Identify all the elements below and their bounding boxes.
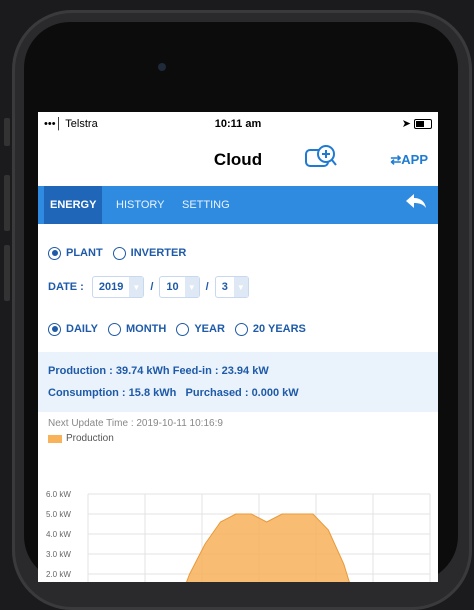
y-tick-label: 3.0 kW xyxy=(46,550,71,559)
daily-option[interactable]: DAILY xyxy=(48,322,98,336)
battery-icon xyxy=(414,119,432,130)
next-update-time: Next Update Time : 2019-10-11 10:16:9 xyxy=(48,418,223,429)
tab-energy[interactable]: ENERGY xyxy=(44,186,103,224)
date-row: DATE : 2019 ▼ / 10 ▼ / 3 ▼ xyxy=(48,270,428,304)
clock: 10:11 am xyxy=(214,118,262,130)
status-right: ➤ xyxy=(402,117,432,130)
y-tick-label: 6.0 kW xyxy=(46,490,71,499)
summary-line-1: Production : 39.74 kWh Feed-in : 23.94 k… xyxy=(48,360,428,382)
month-value: 10 xyxy=(166,281,179,293)
month-select[interactable]: 10 ▼ xyxy=(159,276,200,298)
source-row: PLANT INVERTER xyxy=(48,236,428,270)
cloud-zoom-icon[interactable] xyxy=(304,144,338,177)
feedin-value: 23.94 kW xyxy=(221,365,269,377)
page-title: Cloud xyxy=(213,150,263,169)
phone-screen: •••│ Telstra 10:11 am ➤ Cloud ⇄APP ENERG… xyxy=(38,112,438,582)
plant-radio[interactable] xyxy=(48,246,61,260)
production-label: Production : xyxy=(48,365,113,377)
period-row: DAILY MONTH YEAR 20 YEARS xyxy=(48,312,428,346)
inverter-radio[interactable] xyxy=(112,246,126,260)
status-bar: •••│ Telstra 10:11 am ➤ xyxy=(38,112,438,138)
consumption-label: Consumption : xyxy=(48,387,126,399)
month-label: MONTH xyxy=(126,323,167,335)
month-radio[interactable] xyxy=(108,322,121,336)
production-area xyxy=(186,513,350,582)
year-value: 2019 xyxy=(98,281,124,293)
front-camera xyxy=(158,63,166,71)
production-value: 39.74 kWh xyxy=(115,365,170,377)
chart-legend[interactable]: Production xyxy=(38,429,438,448)
month-option[interactable]: MONTH xyxy=(108,322,167,336)
chevron-down-icon: ▼ xyxy=(233,277,248,297)
day-value: 3 xyxy=(221,281,228,293)
legend-label: Production xyxy=(66,433,114,444)
year-radio[interactable] xyxy=(176,322,190,336)
chevron-down-icon: ▼ xyxy=(184,277,199,297)
day-select[interactable]: 3 ▼ xyxy=(214,276,249,298)
tab-setting[interactable]: SETTING xyxy=(176,186,236,224)
location-icon: ➤ xyxy=(401,118,411,130)
tab-bar: ENERGY HISTORY SETTING xyxy=(38,186,438,224)
daily-label: DAILY xyxy=(66,323,98,335)
year-label: YEAR xyxy=(194,323,225,335)
date-separator: / xyxy=(205,281,209,293)
consumption-value: 15.8 kWh xyxy=(128,387,177,399)
production-chart: 6.0 kW 5.0 kW 4.0 kW 3.0 kW 2.0 kW xyxy=(46,490,431,582)
filter-form: PLANT INVERTER DATE : 2019 ▼ / 10 ▼ / 3 ▼ D… xyxy=(38,224,438,346)
y-tick-label: 5.0 kW xyxy=(46,510,71,519)
purchased-value: 0.000 kW xyxy=(251,387,299,399)
inverter-label: INVERTER xyxy=(130,247,187,259)
twenty-years-label: 20 YEARS xyxy=(252,323,306,335)
purchased-label: Purchased : xyxy=(185,387,249,399)
tab-history[interactable]: HISTORY xyxy=(110,186,171,224)
twenty-years-option[interactable]: 20 YEARS xyxy=(234,322,306,336)
mute-switch xyxy=(4,118,10,146)
daily-radio[interactable] xyxy=(48,322,61,336)
app-button[interactable]: ⇄APP xyxy=(390,152,428,168)
energy-summary: Production : 39.74 kWh Feed-in : 23.94 k… xyxy=(38,352,438,412)
plant-option[interactable]: PLANT xyxy=(48,246,103,260)
inverter-option[interactable]: INVERTER xyxy=(112,246,187,260)
year-option[interactable]: YEAR xyxy=(176,322,225,336)
twenty-years-radio[interactable] xyxy=(234,322,248,336)
volume-up-button xyxy=(4,175,10,231)
back-icon[interactable] xyxy=(404,192,428,218)
chevron-down-icon: ▼ xyxy=(129,277,144,297)
legend-swatch xyxy=(48,434,62,443)
y-tick-label: 4.0 kW xyxy=(46,530,71,539)
year-select[interactable]: 2019 ▼ xyxy=(91,276,145,298)
date-separator: / xyxy=(150,281,154,293)
summary-line-2: Consumption : 15.8 kWh Purchased : 0.000… xyxy=(48,382,428,404)
y-tick-label: 2.0 kW xyxy=(46,570,71,579)
feedin-label: Feed-in : xyxy=(172,365,219,377)
plant-label: PLANT xyxy=(66,247,103,259)
nav-bar: Cloud ⇄APP xyxy=(38,138,438,186)
date-label: DATE : xyxy=(48,281,84,293)
volume-down-button xyxy=(4,245,10,301)
